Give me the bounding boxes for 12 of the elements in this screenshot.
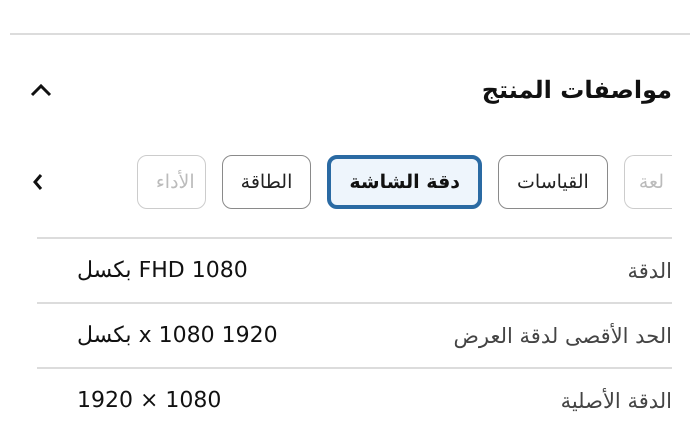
- spec-label: الدقة: [627, 258, 672, 282]
- spec-value: 1080 FHD بكسل: [77, 258, 248, 283]
- chevron-left-icon[interactable]: [32, 173, 44, 191]
- collapse-caret-icon[interactable]: [30, 83, 52, 97]
- spec-label: الحد الأقصى لدقة العرض: [454, 324, 672, 348]
- tab[interactable]: دقة الشاشة: [327, 155, 482, 209]
- spec-value: 1080 × 1920: [77, 388, 222, 413]
- tab[interactable]: القياسات: [498, 155, 608, 209]
- section-title: مواصفات المنتج: [482, 76, 672, 104]
- tab[interactable]: الطاقة: [222, 155, 312, 209]
- spec-value: 1920 1080 x بكسل: [77, 323, 278, 348]
- spec-label: الدقة الأصلية: [560, 388, 672, 412]
